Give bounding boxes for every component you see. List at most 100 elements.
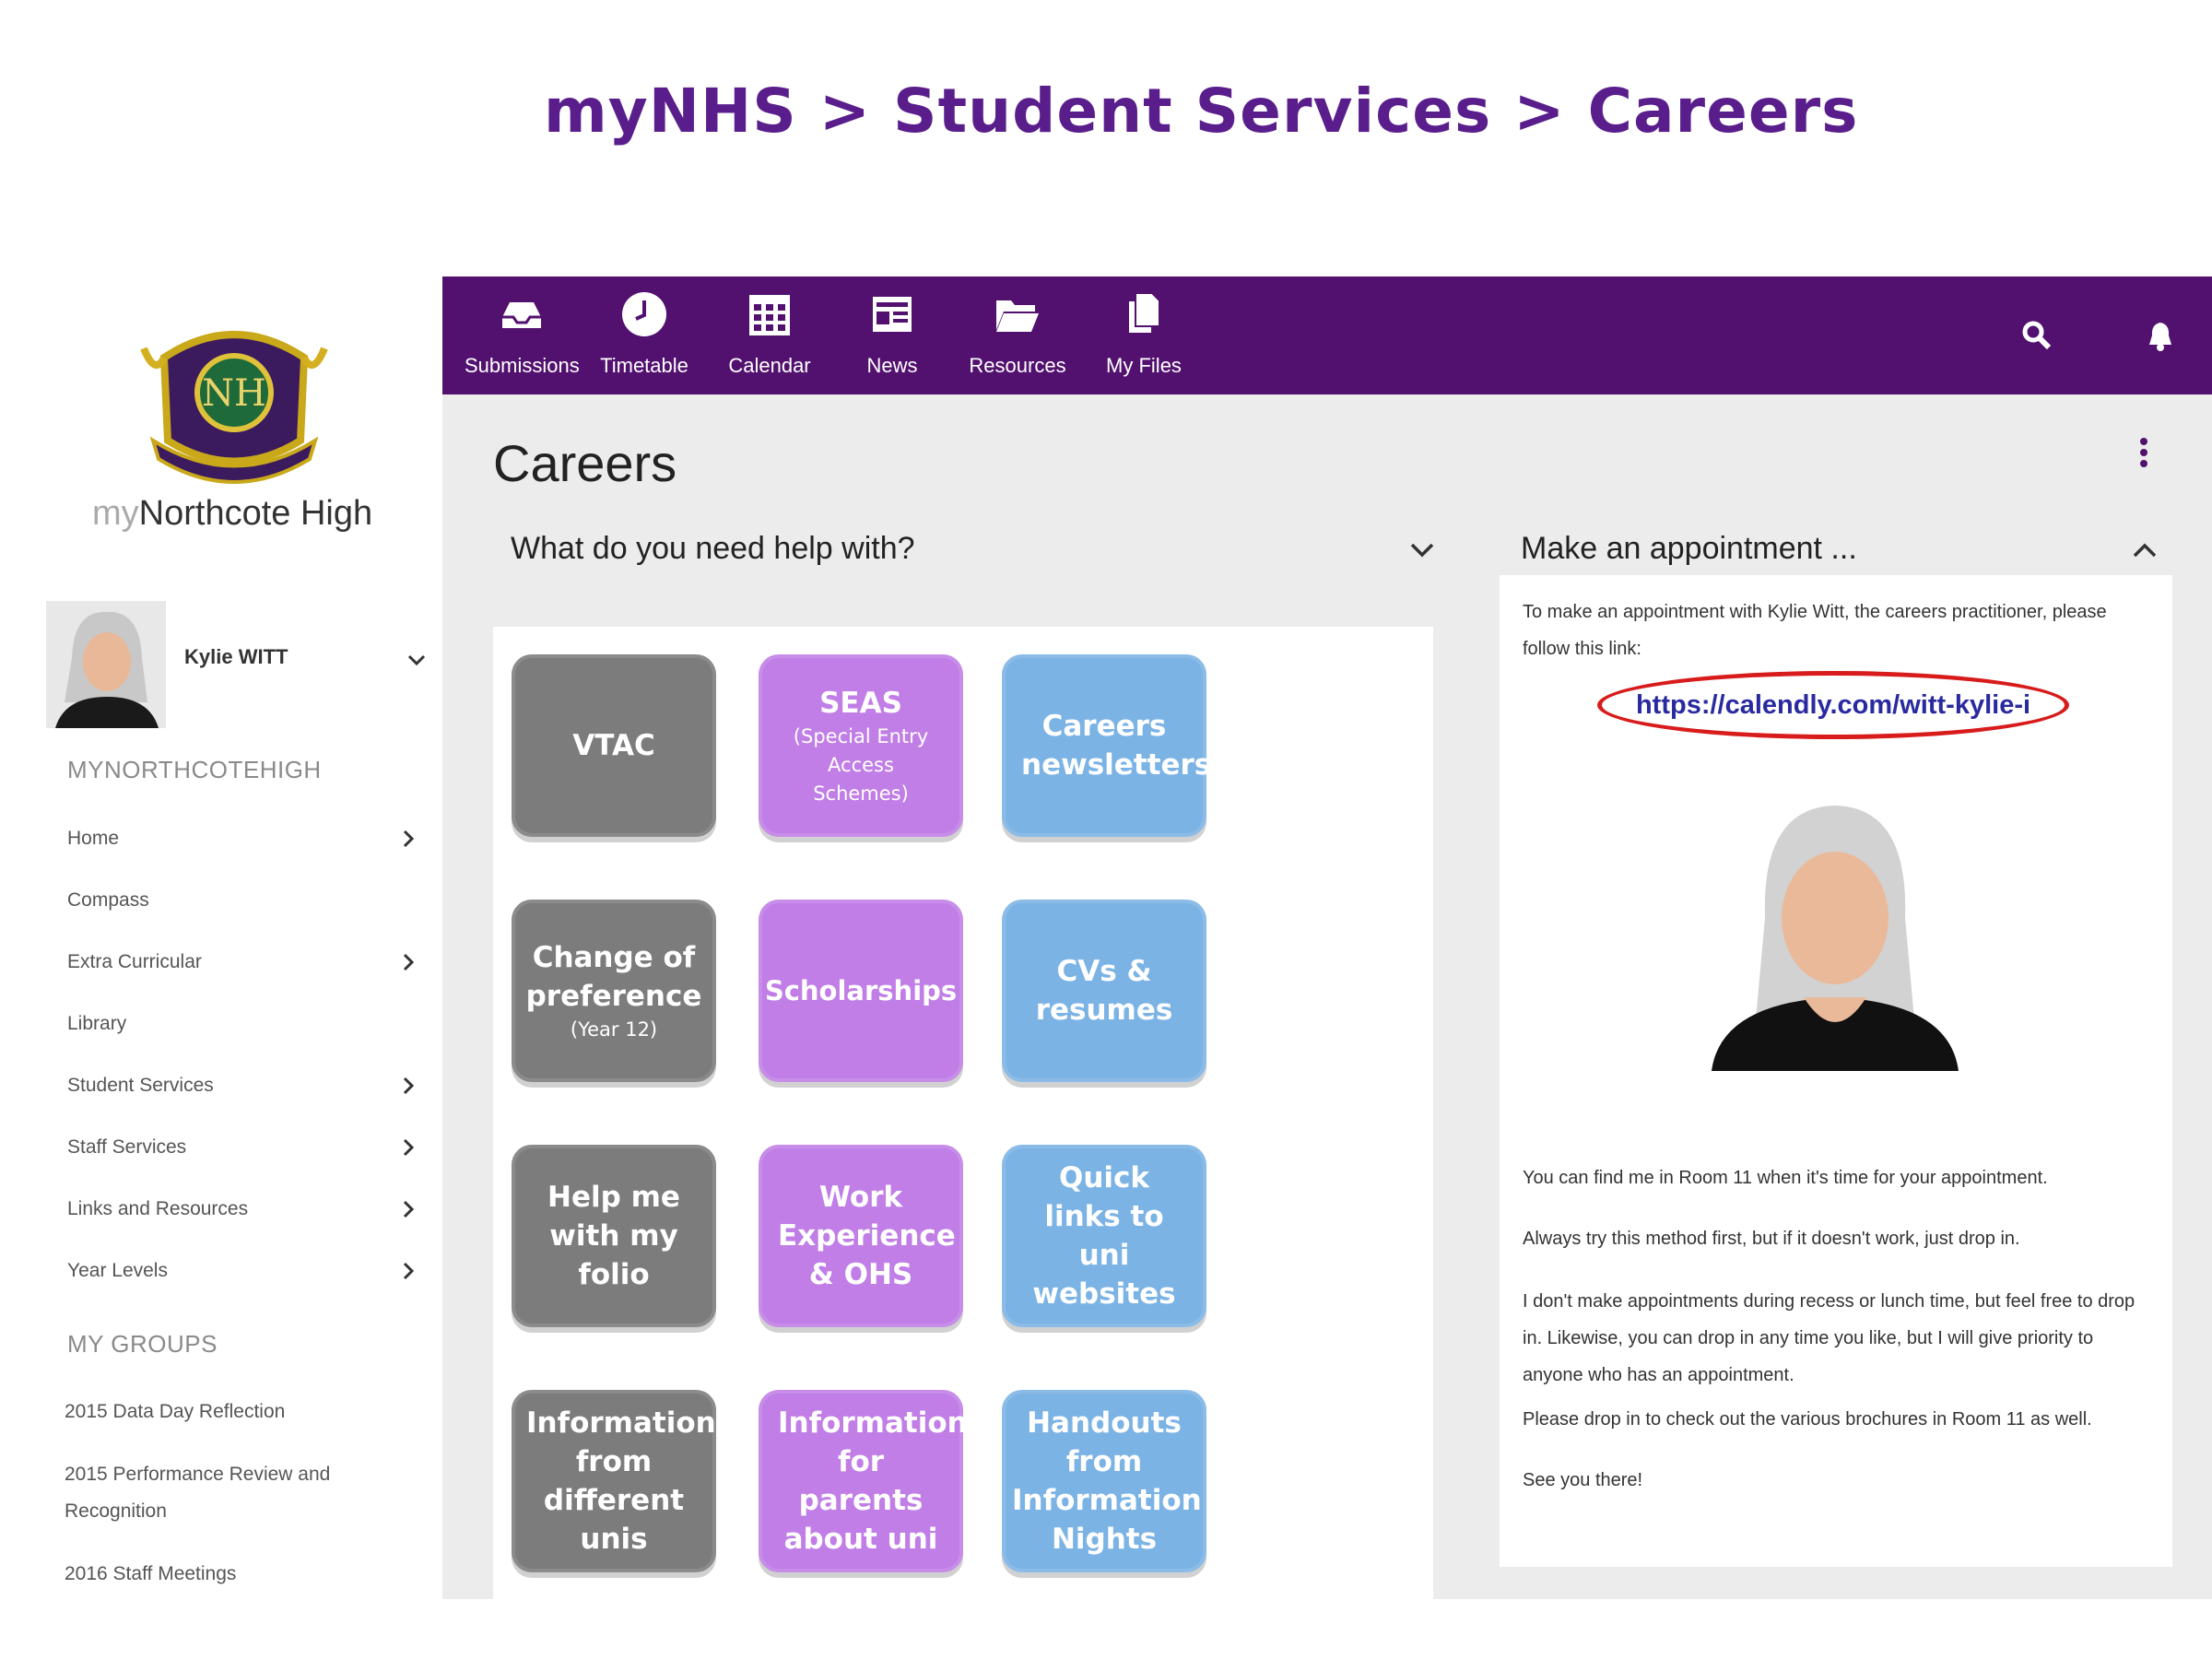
tile-change-of-preference[interactable]: Change of preference (Year 12) — [512, 900, 716, 1082]
brand-prefix: my — [92, 494, 139, 533]
sidebar-item-label: Compass — [67, 889, 149, 911]
topbar-label: Calendar — [728, 354, 811, 377]
sidebar-item-compass[interactable]: Compass — [67, 882, 427, 919]
tile-subtitle: (Year 12) — [570, 1018, 658, 1041]
topbar-calendar[interactable]: Calendar — [721, 289, 818, 385]
folder-open-icon — [996, 300, 1039, 332]
topbar-resources[interactable]: Resources — [964, 289, 1071, 385]
brand-name: myNorthcote High — [92, 494, 372, 534]
svg-text:NH: NH — [202, 372, 266, 415]
sidebar-item-year-levels[interactable]: Year Levels — [67, 1253, 427, 1289]
appointment-para-room: You can find me in Room 11 when it's tim… — [1523, 1168, 2048, 1188]
tile-title: Quick links to uni websites — [1032, 1161, 1176, 1311]
page-breadcrumb-heading: myNHS > Student Services > Careers — [544, 76, 1859, 147]
chevron-right-icon — [403, 1262, 415, 1280]
sidebar-item-label: Library — [67, 1013, 127, 1034]
sidebar-item-library[interactable]: Library — [67, 1006, 427, 1042]
group-item[interactable]: 2015 Data Day Reflection — [65, 1394, 369, 1430]
chevron-down-icon[interactable] — [1406, 535, 1438, 566]
sidebar-item-label: Student Services — [67, 1075, 214, 1096]
tile-careers-newsletters[interactable]: Careers newsletters — [1002, 654, 1212, 837]
tile-vtac[interactable]: VTAC — [512, 654, 716, 837]
tile-info-for-parents[interactable]: Information for parents about uni — [759, 1390, 968, 1572]
topbar-submissions[interactable]: Submissions — [465, 289, 580, 385]
appointment-intro: To make an appointment with Kylie Witt, … — [1523, 602, 2107, 659]
tile-help-with-folio[interactable]: Help me with my folio — [512, 1145, 716, 1327]
tile-subtitle: (Special Entry Access Schemes) — [793, 724, 929, 805]
chevron-right-icon — [403, 1138, 415, 1157]
appointment-panel-title[interactable]: Make an appointment ... — [1521, 531, 1857, 567]
sidebar-item-label: Links and Resources — [67, 1198, 249, 1219]
tile-title: SEAS — [819, 686, 902, 720]
tile-handouts-info-nights[interactable]: Handouts from Information Nights — [1002, 1390, 1206, 1572]
calendar-grid-icon — [749, 295, 790, 335]
tile-cvs-resumes[interactable]: CVs & resumes — [1002, 900, 1206, 1082]
tile-title: Handouts from Information Nights — [1012, 1406, 1202, 1556]
brand-school: Northcote High — [138, 494, 373, 533]
chevron-right-icon — [403, 1077, 415, 1095]
help-panel-title[interactable]: What do you need help with? — [511, 531, 915, 567]
tile-seas[interactable]: SEAS (Special Entry Access Schemes) — [759, 654, 963, 837]
page-title: Careers — [493, 434, 677, 492]
topbar-label: News — [866, 354, 918, 377]
inbox-tray-icon — [502, 302, 541, 328]
section-title-mynorthcotehigh: MYNORTHCOTEHIGH — [67, 756, 322, 783]
more-options-icon[interactable] — [2138, 437, 2149, 468]
appointment-para-brochures: Please drop in to check out the various … — [1523, 1409, 2092, 1430]
sidebar-item-label: Staff Services — [67, 1136, 187, 1158]
sidebar-item-home[interactable]: Home — [67, 820, 427, 857]
group-item[interactable]: 2015 Performance Review and Recognition — [65, 1456, 369, 1530]
user-profile[interactable]: Kylie WITT — [46, 601, 433, 730]
chevron-right-icon — [403, 953, 415, 971]
group-item[interactable]: 2016 Staff Meetings — [65, 1556, 369, 1593]
school-crest-logo: NH — [140, 331, 328, 484]
main-content: Careers What do you need help with? Make… — [442, 394, 2212, 1599]
calendly-link[interactable]: https://calendly.com/witt-kylie-i — [1636, 690, 2030, 721]
tile-scholarships[interactable]: Scholarships — [759, 900, 963, 1082]
sidebar: NH myNorthcote High Kylie WITT MYNORTHCO… — [0, 276, 442, 1604]
sidebar-item-label: Year Levels — [67, 1260, 168, 1281]
topbar-label: My Files — [1106, 354, 1182, 377]
documents-icon — [1127, 292, 1160, 335]
tile-title: Scholarships — [764, 975, 958, 1006]
tile-title: Work Experience & OHS — [778, 1181, 956, 1291]
tile-title: Information from different unis — [526, 1406, 716, 1556]
tile-info-different-unis[interactable]: Information from different unis — [512, 1390, 716, 1572]
chevron-right-icon — [403, 830, 415, 848]
topbar-label: Timetable — [600, 354, 688, 377]
bell-icon[interactable] — [2144, 319, 2177, 352]
chevron-right-icon — [403, 1200, 415, 1218]
topbar-my-files[interactable]: My Files — [1095, 289, 1193, 385]
tile-quick-links-uni[interactable]: Quick links to uni websites — [1002, 1145, 1206, 1327]
appointment-para-method: Always try this method first, but if it … — [1523, 1229, 2020, 1249]
sidebar-item-label: Home — [67, 828, 120, 849]
topbar-timetable[interactable]: Timetable — [595, 289, 693, 385]
topbar-label: Submissions — [465, 354, 580, 377]
sidebar-item-links-and-resources[interactable]: Links and Resources — [67, 1191, 427, 1228]
sidebar-item-student-services[interactable]: Student Services — [67, 1067, 427, 1104]
topbar-news[interactable]: News — [846, 289, 938, 385]
tile-work-experience[interactable]: Work Experience & OHS — [759, 1145, 963, 1327]
section-title-my-groups: MY GROUPS — [67, 1330, 218, 1358]
help-tiles-panel: VTAC SEAS (Special Entry Access Schemes)… — [493, 627, 1433, 1599]
kylie-witt-photo — [1712, 789, 1959, 1071]
tile-title: CVs & resumes — [1035, 955, 1173, 1027]
appointment-para-drop-in: I don't make appointments during recess … — [1523, 1291, 2136, 1385]
top-navigation-bar: Submissions Timetable Calendar News Reso… — [442, 276, 2212, 394]
sidebar-item-staff-services[interactable]: Staff Services — [67, 1129, 427, 1166]
appointment-panel: To make an appointment with Kylie Witt, … — [1500, 575, 2172, 1567]
user-avatar — [46, 601, 166, 728]
sidebar-item-label: Extra Curricular — [67, 951, 202, 972]
clock-icon — [622, 292, 666, 336]
tile-title: Information for parents about uni — [778, 1406, 968, 1556]
tile-title: Change of preference — [525, 940, 702, 1013]
sidebar-item-extra-curricular[interactable]: Extra Curricular — [67, 944, 427, 981]
newspaper-icon — [873, 297, 912, 332]
chevron-up-icon[interactable] — [2129, 535, 2160, 566]
tile-title: Careers newsletters — [1021, 710, 1212, 782]
topbar-label: Resources — [969, 354, 1066, 377]
user-name: Kylie WITT — [184, 645, 288, 668]
search-icon[interactable] — [2020, 319, 2053, 352]
chevron-down-icon[interactable] — [406, 649, 428, 671]
tile-title: VTAC — [572, 729, 655, 762]
